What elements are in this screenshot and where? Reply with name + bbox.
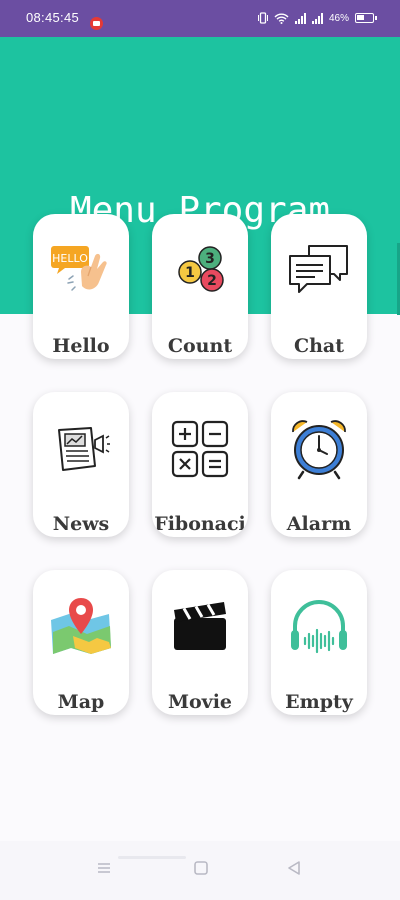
- signal-icon-2: [311, 12, 323, 24]
- menu-icon[interactable]: [96, 861, 112, 875]
- menu-card-label: Movie: [167, 691, 233, 713]
- map-pin-icon: [51, 598, 111, 654]
- battery-icon: [355, 13, 377, 23]
- status-icons: 46%: [257, 12, 377, 24]
- svg-text:3: 3: [205, 251, 215, 267]
- menu-card-fibonaci[interactable]: Fibonaci: [152, 392, 248, 537]
- nav-handle: [118, 856, 186, 859]
- menu-card-label: News: [52, 513, 110, 535]
- home-icon[interactable]: [193, 861, 209, 875]
- screen-record-icon: [90, 17, 103, 30]
- menu-card-label: Chat: [293, 335, 345, 357]
- menu-card-label: Empty: [285, 691, 353, 713]
- menu-card-label: Alarm: [286, 513, 352, 535]
- chat-bubbles-icon: [289, 245, 348, 293]
- vibrate-icon: [257, 12, 268, 24]
- status-bar: 08:45:45 46%: [0, 0, 400, 37]
- svg-text:2: 2: [207, 273, 217, 289]
- alarm-clock-icon: [292, 420, 346, 480]
- menu-card-map[interactable]: Map: [33, 570, 129, 715]
- hello-wave-icon: HELLO: [51, 246, 107, 291]
- battery-percent: 46%: [328, 12, 349, 24]
- headphones-icon: [291, 600, 347, 654]
- menu-card-count[interactable]: 3 1 2 Count: [152, 214, 248, 359]
- wifi-icon: [274, 13, 289, 24]
- menu-card-hello[interactable]: HELLO Hello: [33, 214, 129, 359]
- count-bubbles-icon: 3 1 2: [178, 246, 224, 292]
- navigation-bar: [0, 841, 400, 900]
- back-icon[interactable]: [287, 861, 301, 875]
- menu-card-label: Count: [167, 335, 233, 357]
- calculator-icon: [171, 420, 229, 478]
- status-time: 08:45:45: [26, 10, 80, 25]
- menu-card-news[interactable]: News: [33, 392, 129, 537]
- svg-text:1: 1: [185, 265, 195, 281]
- menu-card-label: Fibonaci: [154, 513, 246, 535]
- menu-card-label: Map: [57, 691, 105, 713]
- menu-card-chat[interactable]: Chat: [271, 214, 367, 359]
- menu-card-movie[interactable]: Movie: [152, 570, 248, 715]
- menu-card-empty[interactable]: Empty: [271, 570, 367, 715]
- clapperboard-icon: [174, 602, 226, 650]
- svg-text:HELLO: HELLO: [52, 252, 88, 265]
- signal-icon-1: [294, 12, 306, 24]
- menu-card-label: Hello: [52, 335, 110, 357]
- newspaper-icon: [58, 427, 110, 471]
- menu-card-alarm[interactable]: Alarm: [271, 392, 367, 537]
